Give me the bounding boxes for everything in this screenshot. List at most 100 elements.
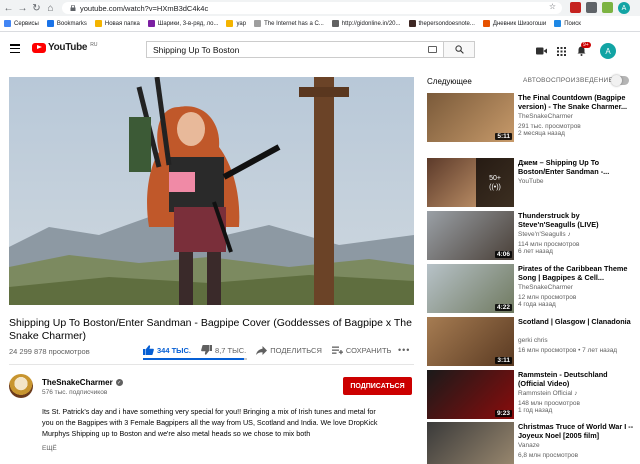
thumbs-down-icon <box>201 345 213 355</box>
share-button[interactable]: ПОДЕЛИТЬСЯ <box>256 345 322 355</box>
channel-name[interactable]: TheSnakeCharmer ✓ <box>42 378 123 387</box>
bookmark-item[interactable]: Шарики, 3-в-ряд, ло... <box>147 20 218 27</box>
video-card-meta: 6,8 млн просмотров <box>518 452 579 459</box>
channel-avatar[interactable] <box>9 374 33 398</box>
recommended-video-card[interactable]: 9:23 Rammstein - Deutschland (Official Vi… <box>427 370 637 420</box>
back-icon[interactable]: ← <box>3 1 14 15</box>
bookmark-item[interactable]: thepersondoesnote... <box>408 20 475 27</box>
bookmark-item[interactable]: Bookmarks <box>46 20 87 27</box>
bookmark-item[interactable]: Сервисы <box>4 20 39 27</box>
home-icon[interactable]: ⌂ <box>45 1 56 15</box>
bookmark-favicon-icon <box>554 20 562 27</box>
bookmark-item[interactable]: уар <box>226 20 246 27</box>
browser-toolbar: ← → ↻ ⌂ youtube.com/watch?v=HXmB3dC4k4c … <box>0 0 640 16</box>
reload-icon[interactable]: ↻ <box>31 1 42 15</box>
like-ratio-bar <box>143 358 247 360</box>
like-button[interactable]: 344 ТЫС. <box>143 345 191 355</box>
bookmark-favicon-icon <box>254 20 262 27</box>
video-thumbnail[interactable]: 3:11 <box>427 317 514 366</box>
like-count: 344 ТЫС. <box>157 345 192 355</box>
bookmark-item[interactable]: The Internet has a C... <box>254 20 324 27</box>
recommended-video-card[interactable]: 4:06 Thunderstruck by Steve'n'Seagulls (L… <box>427 211 637 261</box>
youtube-logo[interactable]: YouTube RU <box>32 42 97 53</box>
video-card-channel: gerki chris <box>518 337 548 344</box>
duration-badge: 9:23 <box>494 410 512 417</box>
video-card-title: Christmas Truce of World War I -- Joyeux… <box>518 422 634 440</box>
view-count: 24 299 878 просмотров <box>9 347 90 356</box>
video-thumbnail[interactable]: 9:23 <box>427 370 514 419</box>
subscribe-button[interactable]: ПОДПИСАТЬСЯ <box>343 377 412 395</box>
video-thumbnail[interactable]: 4:06 <box>427 211 514 260</box>
extension-icon[interactable] <box>602 2 613 13</box>
video-card-channel: Vanaze <box>518 442 540 449</box>
url-text: youtube.com/watch?v=HXmB3dC4k4c <box>80 3 209 13</box>
bookmark-favicon-icon <box>331 20 339 27</box>
notifications-bell-icon[interactable]: 9+ <box>576 41 591 57</box>
video-card-meta: 114 млн просмотров 6 лет назад <box>518 241 580 255</box>
autoplay-label: АВТОВОСПРОИЗВЕДЕНИЕ <box>523 77 614 84</box>
bookmark-favicon-icon <box>482 20 490 27</box>
video-card-channel: Steve'n'Seagulls ♪ <box>518 231 571 238</box>
recommended-video-card[interactable]: 50+ ((•)) Джем – Shipping Up To Boston/Ent… <box>427 158 637 208</box>
bookmark-favicon-icon <box>408 20 416 27</box>
search-button[interactable] <box>443 41 475 58</box>
bookmark-favicon-icon <box>4 20 11 27</box>
forward-icon[interactable]: → <box>17 1 28 15</box>
bookmark-item[interactable]: Дневник Шизогоши <box>482 20 546 27</box>
bookmark-item[interactable]: Новая папка <box>94 20 140 27</box>
video-card-channel: TheSnakeCharmer <box>518 113 573 120</box>
account-avatar[interactable]: A <box>600 43 616 59</box>
duration-badge: 4:22 <box>494 304 512 311</box>
video-card-title: Джем – Shipping Up To Boston/Enter Sandm… <box>518 158 610 176</box>
video-player[interactable] <box>9 77 414 305</box>
share-icon <box>256 345 268 355</box>
video-thumbnail[interactable]: 50+ ((•)) <box>427 158 514 207</box>
bookmark-favicon-icon <box>147 20 155 27</box>
bookmark-favicon-icon <box>226 20 234 27</box>
menu-icon[interactable] <box>10 44 20 53</box>
youtube-play-icon <box>32 42 46 53</box>
apps-grid-icon[interactable] <box>556 46 567 57</box>
video-frame <box>9 77 414 305</box>
video-card-title: Scotland | Glasgow | Clanadonia <box>518 317 631 326</box>
more-actions-icon[interactable]: ••• <box>398 345 410 355</box>
autoplay-toggle[interactable] <box>611 75 629 86</box>
address-bar[interactable]: youtube.com/watch?v=HXmB3dC4k4c ☆ <box>62 2 562 14</box>
video-thumbnail[interactable]: 4:22 <box>427 264 514 313</box>
search-input[interactable]: Shipping Up To Boston <box>146 41 443 58</box>
video-card-meta: 148 млн просмотров 1 год назад <box>518 400 580 414</box>
extension-puzzle-icon[interactable] <box>586 2 597 13</box>
video-thumbnail[interactable] <box>427 422 514 464</box>
bookmark-favicon-icon <box>46 20 54 27</box>
divider <box>9 364 414 365</box>
youtube-header: YouTube RU Shipping Up To Boston 9+ A <box>0 33 640 66</box>
recommended-video-card[interactable]: 4:22 Pirates of the Caribbean Theme Song … <box>427 264 637 314</box>
bookmark-star-icon[interactable]: ☆ <box>549 2 556 11</box>
video-card-meta: 12 млн просмотров 4 года назад <box>518 294 577 308</box>
recommended-video-card[interactable]: 5:11 The Final Countdown (Bagpipe version… <box>427 93 637 143</box>
video-card-title: Pirates of the Caribbean Theme Song | Ba… <box>518 264 628 282</box>
extension-icon[interactable] <box>570 2 581 13</box>
show-more-link[interactable]: ЕЩЁ <box>42 445 57 452</box>
video-card-meta: 291 тыс. просмотров 2 месяца назад <box>518 123 581 137</box>
dislike-button[interactable]: 8,7 ТЫС. <box>201 345 246 355</box>
search-icon <box>454 45 464 54</box>
keyboard-icon[interactable] <box>428 46 437 53</box>
video-card-title: The Final Countdown (Bagpipe version) - … <box>518 93 628 111</box>
mix-radio-icon: ((•)) <box>489 183 501 191</box>
video-card-meta: 16 млн просмотров • 7 лет назад <box>518 347 618 354</box>
bookmark-item[interactable]: Поиск <box>554 20 581 27</box>
video-card-channel: Rammstein Official ♪ <box>518 390 578 397</box>
video-card-channel: YouTube <box>518 178 544 185</box>
create-video-icon[interactable] <box>536 46 547 57</box>
browser-profile-avatar[interactable]: A <box>618 2 630 14</box>
save-button[interactable]: СОХРАНИТЬ <box>331 346 391 355</box>
duration-badge: 5:11 <box>495 133 512 140</box>
recommended-video-card[interactable]: Christmas Truce of World War I -- Joyeux… <box>427 422 637 464</box>
verified-check-icon: ✓ <box>115 379 123 386</box>
recommended-video-card[interactable]: 3:11 Scotland | Glasgow | Clanadonia gerki… <box>427 317 637 367</box>
lock-icon <box>70 5 76 11</box>
video-thumbnail[interactable]: 5:11 <box>427 93 514 142</box>
bookmark-item[interactable]: http://gidonline.in/20... <box>331 20 401 27</box>
video-title: Shipping Up To Boston/Enter Sandman - Ba… <box>9 317 412 342</box>
